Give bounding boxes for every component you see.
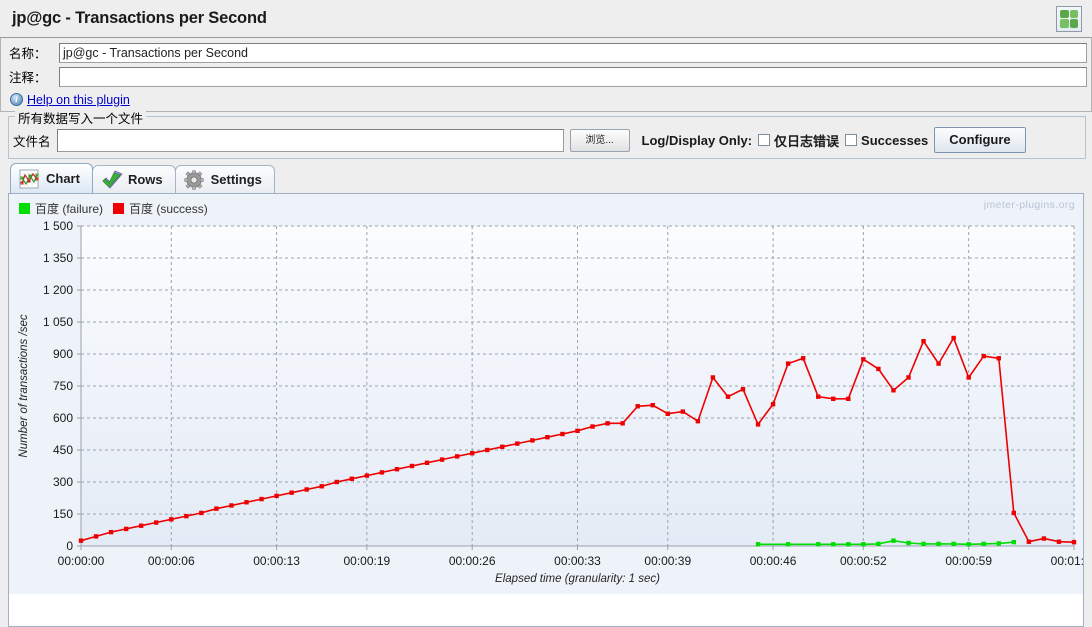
legend-label-failure: 百度 (failure) bbox=[35, 202, 104, 216]
page-title: jp@gc - Transactions per Second bbox=[12, 9, 267, 27]
configure-button[interactable]: Configure bbox=[934, 127, 1026, 153]
legend-swatch-success bbox=[113, 203, 125, 214]
svg-text:00:00:19: 00:00:19 bbox=[344, 554, 391, 568]
svg-text:900: 900 bbox=[53, 347, 73, 361]
errors-checkbox-label: 仅日志错误 bbox=[774, 133, 840, 149]
svg-text:1 500: 1 500 bbox=[43, 219, 73, 233]
tps-line-chart: 0 150 300 450 600 750 900 1 050 1 200 1 350 1 500 0… bbox=[9, 194, 1083, 594]
browse-button[interactable]: 浏览... bbox=[569, 128, 630, 152]
legend-swatch-failure bbox=[19, 203, 30, 214]
svg-text:1 350: 1 350 bbox=[43, 251, 73, 265]
svg-text:600: 600 bbox=[53, 411, 73, 425]
name-label: 名称： bbox=[9, 47, 47, 61]
svg-text:00:00:26: 00:00:26 bbox=[449, 554, 496, 568]
comment-input[interactable] bbox=[59, 66, 1087, 87]
name-input[interactable]: jp@gc - Transactions per Second bbox=[59, 42, 1087, 63]
help-row: i Help on this plugin bbox=[9, 90, 1087, 109]
tab-chart[interactable]: Chart bbox=[10, 163, 93, 193]
chart-legend: 百度 (failure) 百度 (success) bbox=[19, 200, 208, 217]
gear-icon bbox=[184, 169, 204, 190]
successes-checkbox-label: Successes bbox=[861, 132, 929, 148]
write-all-data-to-file-group: 所有数据写入一个文件 文件名 浏览... Log/Display Only: 仅… bbox=[8, 108, 1086, 159]
svg-text:00:01:06: 00:01:06 bbox=[1051, 554, 1083, 568]
tabstrip: Chart Rows Settings bbox=[0, 163, 1092, 193]
comment-row: 注释： bbox=[9, 66, 1087, 87]
svg-text:00:00:39: 00:00:39 bbox=[644, 554, 691, 568]
comment-label: 注释： bbox=[9, 71, 47, 85]
file-row: 文件名 浏览... Log/Display Only: 仅日志错误 Succes… bbox=[13, 127, 1081, 153]
tab-settings[interactable]: Settings bbox=[174, 165, 275, 193]
svg-text:0: 0 bbox=[66, 539, 73, 553]
name-row: 名称： jp@gc - Transactions per Second bbox=[9, 42, 1087, 63]
info-icon: i bbox=[10, 93, 23, 106]
legend-label-success: 百度 (success) bbox=[129, 202, 208, 216]
svg-text:1 050: 1 050 bbox=[43, 315, 73, 329]
transactions-per-second-window: jp@gc - Transactions per Second 名称： jp@g… bbox=[0, 0, 1092, 627]
svg-text:00:00:00: 00:00:00 bbox=[58, 554, 105, 568]
svg-text:00:00:52: 00:00:52 bbox=[840, 554, 887, 568]
help-on-this-plugin-link[interactable]: Help on this plugin bbox=[27, 93, 130, 107]
jmeter-plugins-watermark: jmeter-plugins.org bbox=[983, 199, 1075, 211]
chart-panel: 百度 (failure) 百度 (success) jmeter-plugins… bbox=[8, 193, 1084, 627]
line-chart-icon bbox=[19, 169, 39, 189]
legend-item-failure: 百度 (failure) bbox=[19, 200, 103, 217]
svg-text:150: 150 bbox=[53, 507, 73, 521]
svg-text:750: 750 bbox=[53, 379, 73, 393]
tab-rows-label: Rows bbox=[127, 172, 163, 187]
tab-settings-label: Settings bbox=[210, 172, 262, 187]
svg-text:00:00:06: 00:00:06 bbox=[148, 554, 195, 568]
svg-text:Elapsed time (granularity: 1 s: Elapsed time (granularity: 1 sec) bbox=[495, 573, 660, 585]
svg-text:00:00:59: 00:00:59 bbox=[945, 554, 992, 568]
filename-input[interactable] bbox=[56, 128, 564, 152]
window-titlebar: jp@gc - Transactions per Second bbox=[0, 0, 1092, 38]
tab-rows[interactable]: Rows bbox=[91, 165, 176, 193]
errors-checkbox-wrap[interactable]: 仅日志错误 bbox=[758, 131, 839, 150]
svg-text:1 200: 1 200 bbox=[43, 283, 73, 297]
file-group-title: 所有数据写入一个文件 bbox=[15, 108, 147, 127]
log-display-only-label: Log/Display Only: bbox=[641, 132, 753, 148]
successes-checkbox[interactable] bbox=[845, 134, 858, 146]
svg-text:00:00:46: 00:00:46 bbox=[750, 554, 797, 568]
tab-chart-label: Chart bbox=[46, 171, 80, 186]
legend-item-success: 百度 (success) bbox=[113, 200, 208, 217]
svg-text:00:00:33: 00:00:33 bbox=[554, 554, 601, 568]
errors-checkbox[interactable] bbox=[758, 134, 771, 146]
svg-text:00:00:13: 00:00:13 bbox=[253, 554, 300, 568]
svg-text:Number of transactions /sec: Number of transactions /sec bbox=[18, 314, 30, 457]
svg-text:450: 450 bbox=[53, 443, 73, 457]
green-check-icon bbox=[101, 169, 123, 190]
svg-text:300: 300 bbox=[53, 475, 73, 489]
puzzle-piece-icon bbox=[1056, 5, 1082, 32]
successes-checkbox-wrap[interactable]: Successes bbox=[845, 133, 928, 148]
name-comment-panel: 名称： jp@gc - Transactions per Second 注释： … bbox=[0, 38, 1092, 112]
filename-label: 文件名 bbox=[13, 134, 51, 149]
